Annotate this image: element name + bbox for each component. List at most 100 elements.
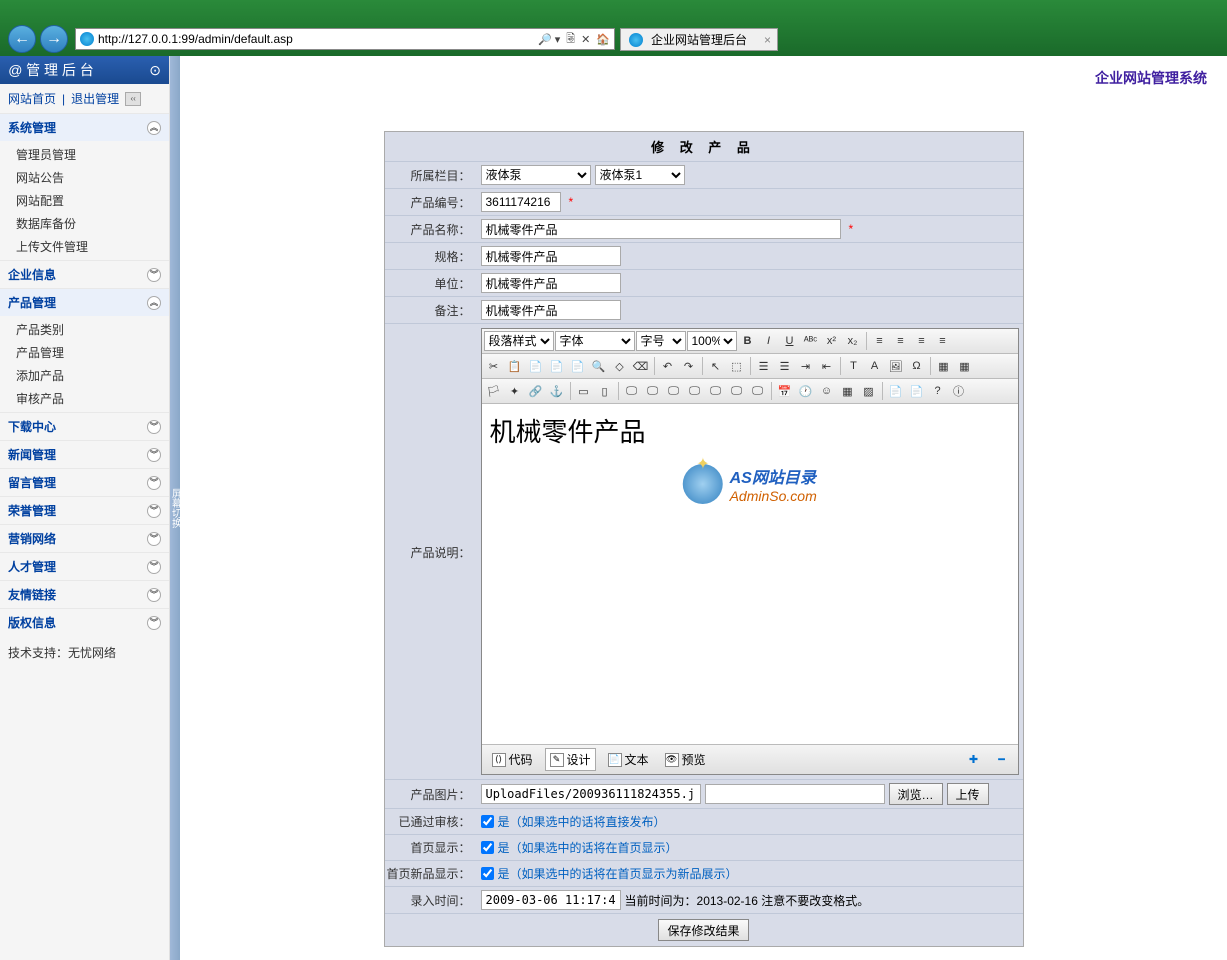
mode-design[interactable]: ✎设计 xyxy=(545,748,596,771)
bgcolor-icon[interactable]: A xyxy=(865,356,885,376)
paste-word-icon[interactable]: 📄 xyxy=(568,356,588,376)
redo-icon[interactable]: ↷ xyxy=(679,356,699,376)
media3-icon[interactable]: 🖵 xyxy=(664,381,684,401)
address-bar[interactable]: http://127.0.0.1:99/admin/default.asp 🔎 … xyxy=(75,28,615,50)
char-icon[interactable]: Ω xyxy=(907,356,927,376)
table-icon[interactable]: ▦ xyxy=(934,356,954,376)
format-select[interactable]: 段落样式 xyxy=(484,331,554,351)
doc2-icon[interactable]: 📄 xyxy=(907,381,927,401)
align-center-icon[interactable]: ≡ xyxy=(891,331,911,351)
unit-input[interactable] xyxy=(481,273,621,293)
chevron-icon[interactable]: ︾ xyxy=(147,504,161,518)
chevrons-icon[interactable]: ‹‹ xyxy=(125,92,141,106)
menu-header-3[interactable]: 下载中心︾ xyxy=(0,413,169,440)
menu-header-9[interactable]: 友情链接︾ xyxy=(0,581,169,608)
flash-icon[interactable]: ✦ xyxy=(505,381,525,401)
align-justify-icon[interactable]: ≡ xyxy=(933,331,953,351)
editor-content[interactable]: 机械零件产品 AS网站目录 AdminSo.com xyxy=(482,404,1018,744)
image-path-input[interactable] xyxy=(481,784,701,804)
flag-icon[interactable]: 🏳 xyxy=(484,381,504,401)
media7-icon[interactable]: 🖵 xyxy=(748,381,768,401)
super-icon[interactable]: x² xyxy=(822,331,842,351)
date-icon[interactable]: 📅 xyxy=(775,381,795,401)
outdent-icon[interactable]: ⇤ xyxy=(817,356,837,376)
about-icon[interactable]: ⓘ xyxy=(949,381,969,401)
ul-icon[interactable]: ☰ xyxy=(775,356,795,376)
menu-item[interactable]: 网站公告 xyxy=(0,166,169,189)
bold-icon[interactable]: B xyxy=(738,331,758,351)
chevron-icon[interactable]: ︾ xyxy=(147,532,161,546)
sub-icon[interactable]: x₂ xyxy=(843,331,863,351)
splitter-handle[interactable]: 屏幕切换 xyxy=(170,56,180,960)
upload-button[interactable]: 上传 xyxy=(947,783,989,805)
category-select-1[interactable]: 液体泵 xyxy=(481,165,591,185)
cut-icon[interactable]: ✂ xyxy=(484,356,504,376)
arrow-icon[interactable]: ↖ xyxy=(706,356,726,376)
submit-button[interactable]: 保存修改结果 xyxy=(658,919,748,941)
menu-header-5[interactable]: 留言管理︾ xyxy=(0,469,169,496)
eraser-icon[interactable]: ⌫ xyxy=(631,356,651,376)
spec-input[interactable] xyxy=(481,246,621,266)
browse-button[interactable]: 浏览… xyxy=(889,783,943,805)
smile-icon[interactable]: ☺ xyxy=(817,381,837,401)
refresh-icon[interactable]: 🗟 xyxy=(566,30,575,49)
size-select[interactable]: 字号 xyxy=(636,331,686,351)
paste-text-icon[interactable]: 📄 xyxy=(547,356,567,376)
menu-header-0[interactable]: 系统管理︽ xyxy=(0,114,169,141)
back-button[interactable]: ← xyxy=(8,25,36,53)
table2-icon[interactable]: ▦ xyxy=(955,356,975,376)
italic-icon[interactable]: I xyxy=(759,331,779,351)
strike-icon[interactable]: ᴬᴮᶜ xyxy=(801,331,821,351)
link-icon[interactable]: 🔗 xyxy=(526,381,546,401)
home-link[interactable]: 网站首页 xyxy=(8,90,56,107)
menu-item[interactable]: 产品类别 xyxy=(0,318,169,341)
logout-link[interactable]: 退出管理 xyxy=(71,90,119,107)
menu-header-8[interactable]: 人才管理︾ xyxy=(0,553,169,580)
media6-icon[interactable]: 🖵 xyxy=(727,381,747,401)
block-icon[interactable]: ▦ xyxy=(838,381,858,401)
align-right-icon[interactable]: ≡ xyxy=(912,331,932,351)
fgcolor-icon[interactable]: T xyxy=(844,356,864,376)
help-icon[interactable]: ? xyxy=(928,381,948,401)
home-icon[interactable]: 🏠 xyxy=(596,33,610,46)
zoom-select[interactable]: 100% xyxy=(687,331,737,351)
menu-item[interactable]: 数据库备份 xyxy=(0,212,169,235)
menu-header-4[interactable]: 新闻管理︾ xyxy=(0,441,169,468)
tab-close-icon[interactable]: × xyxy=(764,33,771,47)
chevron-icon[interactable]: ︽ xyxy=(147,296,161,310)
media4-icon[interactable]: 🖵 xyxy=(685,381,705,401)
search-go-icon[interactable]: 🔎 ▾ xyxy=(538,33,560,46)
menu-item[interactable]: 网站配置 xyxy=(0,189,169,212)
chevron-icon[interactable]: ︽ xyxy=(147,121,161,135)
media2-icon[interactable]: 🖵 xyxy=(643,381,663,401)
chevron-icon[interactable]: ︾ xyxy=(147,448,161,462)
chevron-icon[interactable]: ︾ xyxy=(147,476,161,490)
indent-icon[interactable]: ⇥ xyxy=(796,356,816,376)
anchor-icon[interactable]: ⚓ xyxy=(547,381,567,401)
col-icon[interactable]: ▯ xyxy=(595,381,615,401)
mode-preview[interactable]: 👁预览 xyxy=(661,749,710,770)
font-select[interactable]: 字体 xyxy=(555,331,635,351)
chevron-icon[interactable]: ︾ xyxy=(147,560,161,574)
menu-header-7[interactable]: 营销网络︾ xyxy=(0,525,169,552)
mode-code[interactable]: ⟨⟩代码 xyxy=(488,749,537,770)
media1-icon[interactable]: 🖵 xyxy=(622,381,642,401)
block2-icon[interactable]: ▨ xyxy=(859,381,879,401)
underline-icon[interactable]: U xyxy=(780,331,800,351)
shrink-icon[interactable]: ━ xyxy=(992,750,1012,770)
collapse-all-icon[interactable]: ⊙ xyxy=(149,62,161,79)
entry-time-input[interactable] xyxy=(481,890,621,910)
align-left-icon[interactable]: ≡ xyxy=(870,331,890,351)
home-show-checkbox[interactable] xyxy=(481,841,494,854)
menu-header-2[interactable]: 产品管理︽ xyxy=(0,289,169,316)
doc-icon[interactable]: 📄 xyxy=(886,381,906,401)
forward-button[interactable]: → xyxy=(40,25,68,53)
chevron-icon[interactable]: ︾ xyxy=(147,420,161,434)
product-no-input[interactable] xyxy=(481,192,561,212)
expand-icon[interactable]: ✚ xyxy=(964,750,984,770)
remark-input[interactable] xyxy=(481,300,621,320)
stop-icon[interactable]: ✕ xyxy=(581,33,590,46)
menu-item[interactable]: 产品管理 xyxy=(0,341,169,364)
home-new-checkbox[interactable] xyxy=(481,867,494,880)
menu-item[interactable]: 上传文件管理 xyxy=(0,235,169,258)
